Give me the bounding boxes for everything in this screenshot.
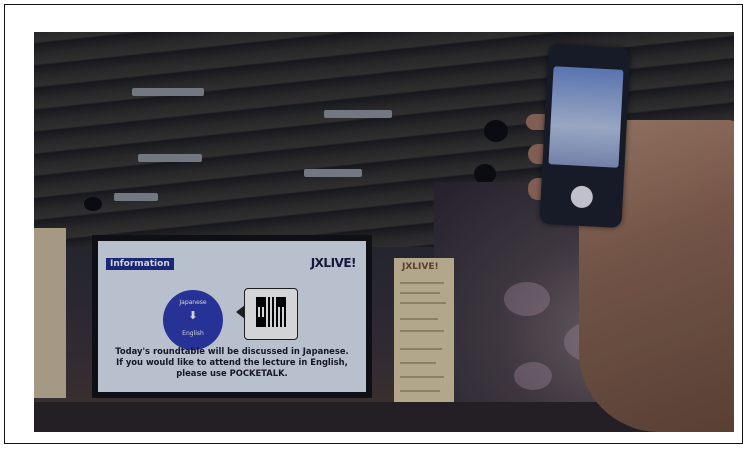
event-photo: JXLIVE! Information JXLIVE! Japanese ⬇ E… xyxy=(34,32,734,432)
shutter-button-icon xyxy=(570,185,594,209)
phone-camera-view xyxy=(548,66,624,168)
left-banner xyxy=(34,228,66,398)
banner-logo: JXLIVE! xyxy=(402,262,439,272)
target-language: English xyxy=(182,330,204,337)
smartphone xyxy=(539,43,631,229)
announcement-text: Today's roundtable will be discussed in … xyxy=(104,346,360,379)
ceiling-light-fixture xyxy=(114,193,158,201)
announcement-line: Today's roundtable will be discussed in … xyxy=(115,346,349,356)
qr-code-icon xyxy=(256,297,286,327)
ceiling-light-fixture xyxy=(138,154,202,162)
event-logo: JXLIVE! xyxy=(310,256,357,270)
stage-spotlight xyxy=(474,164,496,184)
projection-screen: Information JXLIVE! Japanese ⬇ English T… xyxy=(98,241,366,392)
stage-spotlight xyxy=(484,120,508,142)
banner-text-line xyxy=(400,302,446,304)
source-language: Japanese xyxy=(179,299,207,306)
announcement-line: please use POCKETALK. xyxy=(176,368,288,378)
banner-text-line xyxy=(400,376,444,378)
ceiling-light-fixture xyxy=(324,110,392,118)
announcement-line: If you would like to attend the lecture … xyxy=(116,357,348,367)
arrow-down-icon: ⬇ xyxy=(188,309,198,322)
information-label: Information xyxy=(106,258,174,270)
right-banner: JXLIVE! xyxy=(394,258,454,410)
banner-text-line xyxy=(400,318,438,320)
stage-spotlight xyxy=(84,197,102,211)
banner-text-line xyxy=(400,282,444,284)
banner-text-line xyxy=(400,292,440,294)
banner-text-line xyxy=(400,362,436,364)
wall-pattern xyxy=(514,362,552,390)
banner-text-line xyxy=(400,330,444,332)
ceiling-light-fixture xyxy=(132,88,204,96)
translation-circle: Japanese ⬇ English xyxy=(163,290,223,350)
ceiling-light-fixture xyxy=(304,169,362,177)
wall-pattern xyxy=(504,282,550,316)
speech-bubble xyxy=(244,288,298,340)
banner-text-line xyxy=(400,390,440,392)
banner-text-line xyxy=(400,348,442,350)
